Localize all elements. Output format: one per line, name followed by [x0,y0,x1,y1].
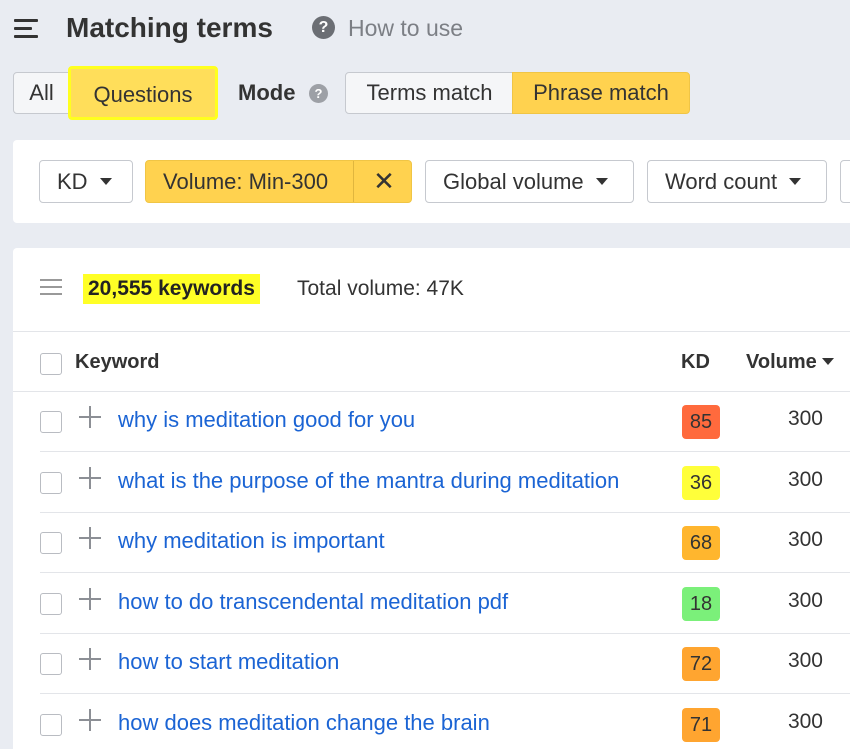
mode-help-icon[interactable]: ? [309,84,328,103]
volume-value: 300 [787,468,823,491]
volume-filter-label: Volume: Min-300 [163,169,329,194]
keywords-count: 20,555 keywords [83,274,260,304]
global-volume-dropdown[interactable]: Global volume [425,160,634,203]
row-checkbox[interactable] [40,653,62,675]
kd-badge: 72 [682,647,720,681]
volume-value: 300 [787,710,823,733]
word-count-dropdown[interactable]: Word count [647,160,827,203]
divider [353,161,354,202]
plus-icon[interactable] [79,648,101,670]
divider [40,451,850,452]
plus-icon[interactable] [79,709,101,731]
column-header-volume-label: Volume [746,351,817,373]
caret-down-icon [595,178,608,186]
kd-badge: 85 [682,405,720,439]
row-checkbox[interactable] [40,472,62,494]
global-volume-label: Global volume [443,169,584,194]
divider [40,572,850,573]
phrase-match-button[interactable]: Phrase match [512,72,690,114]
column-header-kd[interactable]: KD [681,351,710,374]
more-filters-button[interactable] [840,160,850,203]
kd-badge: 36 [682,466,720,500]
kd-badge: 68 [682,526,720,560]
caret-down-icon [789,178,802,186]
column-header-volume[interactable]: Volume [746,351,834,374]
kd-filter-label: KD [57,169,88,194]
plus-icon[interactable] [79,467,101,489]
table-row: how to do transcendental meditation pdf … [13,574,850,634]
row-checkbox[interactable] [40,593,62,615]
kd-filter-dropdown[interactable]: KD [39,160,133,203]
help-icon[interactable]: ? [312,16,335,39]
terms-match-button[interactable]: Terms match [345,72,514,114]
page-header: Matching terms ? How to use [0,0,850,60]
row-checkbox[interactable] [40,714,62,736]
table-row: how to start meditation 72 300 [13,634,850,694]
keyword-link[interactable]: why is meditation good for you [118,407,415,433]
select-all-checkbox[interactable] [40,353,62,375]
results-panel: 20,555 keywords Total volume: 47K Keywor… [13,248,850,749]
divider [40,693,850,694]
volume-value: 300 [787,589,823,612]
divider [13,331,850,332]
caret-down-icon [99,178,112,186]
tab-all[interactable]: All [13,72,70,114]
list-icon[interactable] [40,279,62,296]
keyword-link[interactable]: why meditation is important [118,528,385,554]
table-row: why meditation is important 68 300 [13,513,850,573]
filter-bar: KD Volume: Min-300 ✕ Global volume Word … [13,140,850,223]
kd-badge: 71 [682,708,720,742]
row-checkbox[interactable] [40,411,62,433]
total-volume: Total volume: 47K [297,277,464,300]
plus-icon[interactable] [79,527,101,549]
tab-questions[interactable]: Questions [68,66,218,120]
table-row: what is the purpose of the mantra during… [13,453,850,513]
volume-value: 300 [787,649,823,672]
table-row: how does meditation change the brain 71 … [13,695,850,749]
row-checkbox[interactable] [40,532,62,554]
mode-label: Mode [238,80,296,105]
kd-badge: 18 [682,587,720,621]
keyword-link[interactable]: how does meditation change the brain [118,710,490,736]
column-header-keyword[interactable]: Keyword [75,351,159,374]
plus-icon[interactable] [79,588,101,610]
table-row: why is meditation good for you 85 300 [13,392,850,452]
keyword-link[interactable]: what is the purpose of the mantra during… [118,468,619,494]
close-icon[interactable]: ✕ [359,161,409,202]
keyword-link[interactable]: how to do transcendental meditation pdf [118,589,508,615]
sort-desc-icon [821,357,834,365]
plus-icon[interactable] [79,406,101,428]
how-to-use-link[interactable]: How to use [348,15,463,42]
menu-icon[interactable] [14,19,38,39]
keyword-link[interactable]: how to start meditation [118,649,339,675]
volume-value: 300 [787,407,823,430]
word-count-label: Word count [665,169,778,194]
volume-value: 300 [787,528,823,551]
volume-filter[interactable]: Volume: Min-300 ✕ [145,160,412,203]
page-title: Matching terms [66,12,273,43]
